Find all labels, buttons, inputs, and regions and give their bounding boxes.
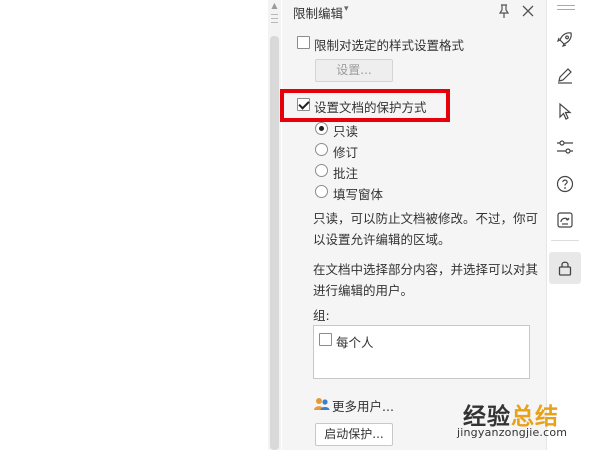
- panel-title[interactable]: 限制编辑: [293, 3, 343, 22]
- backup-icon[interactable]: [556, 211, 574, 229]
- radio-comments[interactable]: [315, 164, 328, 177]
- format-restriction-label: 限制对选定的样式设置格式: [314, 38, 465, 53]
- site-watermark: 经验总结 jingyanzongjie.com: [457, 397, 597, 450]
- more-users-link[interactable]: 更多用户...: [332, 396, 394, 415]
- document-canvas[interactable]: [0, 0, 268, 450]
- adjust-icon[interactable]: [556, 138, 574, 156]
- rocket-icon[interactable]: [556, 30, 574, 48]
- scroll-thumb[interactable]: [270, 36, 279, 450]
- start-protection-button[interactable]: 启动保护...: [315, 423, 393, 446]
- group-everyone-checkbox[interactable]: [319, 333, 332, 346]
- read-only-description: 只读，可以防止文档被修改。不过，你可以设置允许编辑的区域。: [313, 211, 539, 247]
- group-label: 组:: [313, 308, 330, 323]
- watermark-url: jingyanzongjie.com: [457, 426, 568, 439]
- scroll-up-arrow-icon[interactable]: ▲: [270, 1, 279, 11]
- radio-fill-forms[interactable]: [315, 185, 328, 198]
- rail-grip-icon: [557, 5, 575, 13]
- highlight-annotation-box: [280, 89, 450, 122]
- rail-divider: [551, 240, 579, 241]
- lock-icon[interactable]: [556, 259, 574, 277]
- scroll-grip-icon: [271, 14, 278, 28]
- close-icon[interactable]: [520, 3, 536, 19]
- radio-read-only-label: 只读: [333, 124, 359, 139]
- help-icon[interactable]: [556, 175, 574, 193]
- cursor-icon[interactable]: [556, 102, 574, 120]
- pen-icon[interactable]: [556, 66, 574, 84]
- format-settings-button[interactable]: 设置...: [315, 59, 393, 82]
- panel-menu-caret-icon[interactable]: ▾: [344, 4, 349, 14]
- restrict-editing-panel: 限制编辑 ▾ 限制对选定的样式设置格式 设置... 设置文档的保护方式 只读 修…: [282, 0, 546, 450]
- exceptions-description: 在文档中选择部分内容，并选择可以对其进行编辑的用户。: [313, 262, 539, 298]
- radio-track-changes[interactable]: [315, 143, 328, 156]
- right-tool-rail: [546, 0, 600, 450]
- radio-fill-forms-label: 填写窗体: [333, 187, 384, 202]
- users-icon: [314, 398, 330, 410]
- pin-icon[interactable]: [496, 3, 512, 19]
- format-restriction-checkbox[interactable]: [297, 36, 310, 49]
- group-list: 每个人: [313, 325, 530, 379]
- radio-read-only[interactable]: [315, 122, 328, 135]
- radio-comments-label: 批注: [333, 166, 359, 181]
- group-everyone-label: 每个人: [336, 335, 374, 350]
- radio-track-changes-label: 修订: [333, 145, 359, 160]
- vertical-scrollbar[interactable]: ▲: [268, 0, 281, 450]
